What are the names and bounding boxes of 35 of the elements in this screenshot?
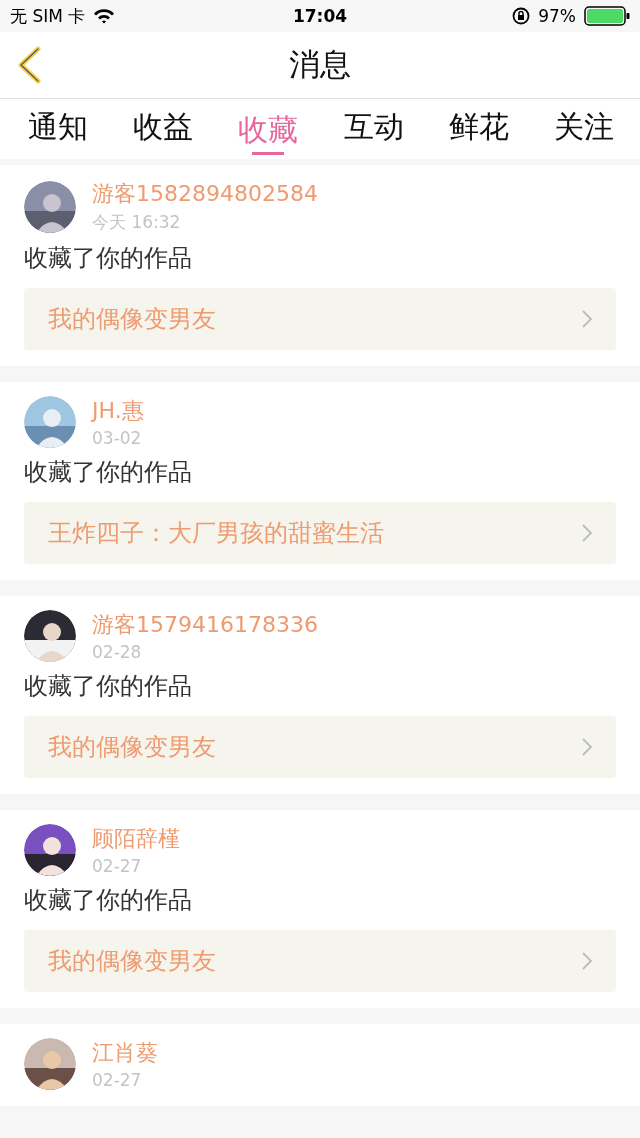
timestamp: 02-28: [92, 642, 143, 662]
tab[interactable]: 收益: [129, 99, 198, 155]
work-link[interactable]: 我的偶像变男友: [24, 716, 616, 778]
back-icon[interactable]: [16, 46, 42, 84]
timestamp: 03-02: [92, 428, 143, 448]
timestamp: 02-27: [92, 856, 143, 876]
message-text: 收藏了你的作品: [24, 885, 193, 916]
tab[interactable]: 通知: [24, 99, 92, 155]
message-text: 收藏了你的作品: [24, 243, 193, 274]
work-link[interactable]: 我的偶像变男友: [24, 930, 616, 992]
wifi-icon: [93, 8, 116, 24]
chevron-right-icon: [582, 952, 592, 970]
tab[interactable]: 鲜花: [444, 99, 513, 155]
timestamp: 02-27: [92, 1070, 143, 1090]
battery-percent: 97%: [538, 6, 576, 26]
chevron-right-icon: [582, 310, 592, 328]
message-text: 收藏了你的作品: [24, 671, 193, 702]
chevron-right-icon: [582, 524, 592, 542]
tab[interactable]: 互动: [339, 99, 408, 155]
rotation-lock-icon: [512, 7, 531, 25]
tab[interactable]: 关注: [549, 99, 618, 155]
timestamp: 今天 16:32: [92, 211, 182, 234]
user-name[interactable]: 游客1579416178336: [92, 610, 318, 640]
chevron-right-icon: [582, 738, 592, 756]
battery-icon: [584, 6, 630, 26]
carrier-text: 无 SIM 卡: [10, 4, 86, 28]
user-name[interactable]: 顾陌辞槿: [92, 824, 180, 854]
clock-text: 17:04: [291, 6, 349, 26]
page-title: 消息: [289, 45, 351, 84]
user-name[interactable]: 江肖葵: [92, 1038, 158, 1068]
user-name[interactable]: JH.惠: [92, 396, 144, 426]
work-link[interactable]: 我的偶像变男友: [24, 288, 616, 350]
user-name[interactable]: 游客1582894802584: [92, 179, 318, 209]
message-text: 收藏了你的作品: [24, 457, 193, 488]
work-link[interactable]: 王炸四子：大厂男孩的甜蜜生活: [24, 502, 616, 564]
